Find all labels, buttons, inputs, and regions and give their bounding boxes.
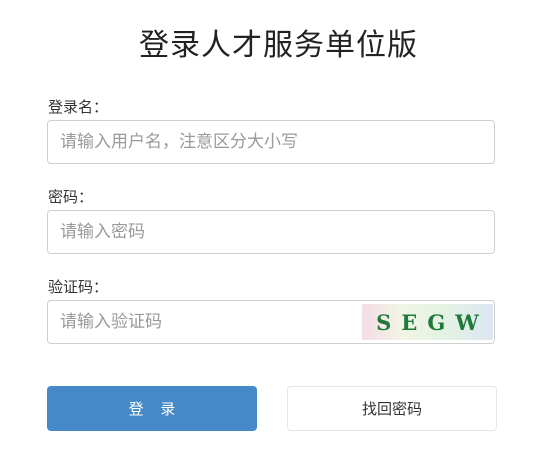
password-input[interactable] [47, 210, 495, 254]
page-title: 登录人才服务单位版 [139, 28, 418, 63]
username-input[interactable] [47, 120, 495, 164]
captcha-image[interactable]: SEGW [362, 304, 493, 340]
login-button[interactable]: 登 录 [47, 386, 257, 431]
recover-password-button[interactable]: 找回密码 [287, 386, 497, 431]
captcha-text: SEGW [376, 309, 489, 335]
username-label: 登录名： [48, 98, 109, 116]
captcha-label: 验证码： [48, 278, 109, 296]
password-label: 密码： [48, 188, 94, 206]
